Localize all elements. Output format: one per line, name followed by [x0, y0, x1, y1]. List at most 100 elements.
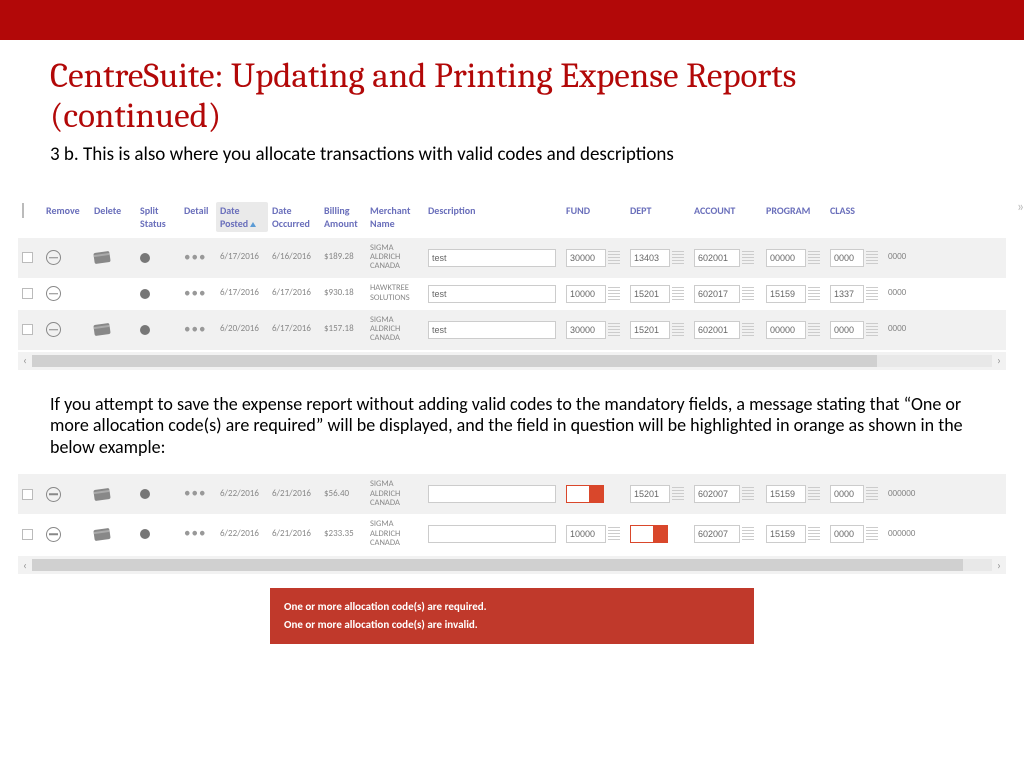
- code-input[interactable]: [766, 485, 806, 503]
- remove-icon[interactable]: [46, 286, 61, 301]
- lookup-icon[interactable]: [808, 487, 820, 501]
- row-checkbox[interactable]: [22, 288, 33, 299]
- code-input[interactable]: [694, 525, 740, 543]
- detail-icon[interactable]: •••: [184, 326, 206, 334]
- code-input[interactable]: [830, 285, 864, 303]
- code-input[interactable]: [566, 285, 606, 303]
- split-status-icon[interactable]: [140, 325, 150, 335]
- scroll-thumb[interactable]: [32, 559, 963, 571]
- code-input[interactable]: [566, 321, 606, 339]
- description-input[interactable]: [428, 285, 556, 303]
- code-input[interactable]: [630, 249, 670, 267]
- code-input[interactable]: [830, 321, 864, 339]
- lookup-icon[interactable]: [808, 287, 820, 301]
- card-icon[interactable]: [93, 323, 110, 336]
- remove-icon[interactable]: [46, 322, 61, 337]
- lookup-icon[interactable]: [742, 487, 754, 501]
- card-icon[interactable]: [93, 528, 110, 541]
- row-checkbox[interactable]: [22, 489, 33, 500]
- description-input[interactable]: [428, 249, 556, 267]
- header-program[interactable]: PROGRAM: [762, 202, 826, 219]
- code-input[interactable]: [766, 249, 806, 267]
- split-status-icon[interactable]: [140, 253, 150, 263]
- scroll-right-icon[interactable]: ›: [992, 354, 1006, 367]
- code-input[interactable]: [830, 249, 864, 267]
- lookup-icon[interactable]: [672, 487, 684, 501]
- scroll-right-icon[interactable]: ›: [992, 559, 1006, 572]
- scroll-left-icon[interactable]: ‹: [18, 354, 32, 367]
- code-input[interactable]: [630, 285, 670, 303]
- scroll-left-icon[interactable]: ‹: [18, 559, 32, 572]
- lookup-icon[interactable]: [608, 323, 620, 337]
- lookup-icon[interactable]: [866, 287, 878, 301]
- lookup-icon[interactable]: [742, 287, 754, 301]
- horizontal-scrollbar[interactable]: ‹ ›: [18, 352, 1006, 370]
- lookup-icon[interactable]: [672, 287, 684, 301]
- lookup-icon[interactable]: [608, 251, 620, 265]
- code-input[interactable]: [694, 485, 740, 503]
- header-class[interactable]: CLASS: [826, 202, 884, 219]
- header-account[interactable]: ACCOUNT: [690, 202, 762, 219]
- description-input[interactable]: [428, 485, 556, 503]
- header-description[interactable]: Description: [424, 202, 562, 219]
- code-input[interactable]: [830, 485, 864, 503]
- header-date-occurred[interactable]: Date Occurred: [268, 202, 320, 232]
- code-input[interactable]: [766, 321, 806, 339]
- table-row: ••• 6/17/2016 6/17/2016 $930.18 HAWKTREE…: [18, 278, 1006, 310]
- lookup-icon[interactable]: [808, 323, 820, 337]
- code-input[interactable]: [566, 249, 606, 267]
- header-merchant[interactable]: Merchant Name: [366, 202, 424, 232]
- split-status-icon[interactable]: [140, 489, 150, 499]
- lookup-icon[interactable]: [672, 251, 684, 265]
- code-input[interactable]: [766, 285, 806, 303]
- body-paragraph: If you attempt to save the expense repor…: [50, 394, 974, 459]
- remove-icon[interactable]: [46, 250, 61, 265]
- lookup-icon[interactable]: [608, 527, 620, 541]
- header-date-posted[interactable]: Date Posted: [216, 202, 268, 232]
- split-status-icon[interactable]: [140, 289, 150, 299]
- code-input-error[interactable]: [630, 525, 654, 543]
- detail-icon[interactable]: •••: [184, 254, 206, 262]
- detail-icon[interactable]: •••: [184, 530, 206, 538]
- remove-icon[interactable]: [46, 527, 61, 542]
- select-all-checkbox[interactable]: [22, 203, 24, 218]
- remove-icon[interactable]: [46, 487, 61, 502]
- code-input[interactable]: [630, 485, 670, 503]
- header-billing[interactable]: Billing Amount: [320, 202, 366, 232]
- detail-icon[interactable]: •••: [184, 290, 206, 298]
- code-input[interactable]: [694, 321, 740, 339]
- lookup-icon[interactable]: [742, 323, 754, 337]
- code-input-error[interactable]: [566, 485, 590, 503]
- lookup-icon[interactable]: [672, 323, 684, 337]
- code-input[interactable]: [566, 525, 606, 543]
- lookup-icon[interactable]: [866, 527, 878, 541]
- lookup-icon[interactable]: [866, 251, 878, 265]
- description-input[interactable]: [428, 321, 556, 339]
- overflow-cell: 0000: [884, 286, 920, 301]
- lookup-icon[interactable]: [742, 251, 754, 265]
- header-dept[interactable]: DEPT: [626, 202, 690, 219]
- card-icon[interactable]: [93, 251, 110, 264]
- row-checkbox[interactable]: [22, 324, 33, 335]
- lookup-icon[interactable]: [808, 251, 820, 265]
- lookup-icon[interactable]: [866, 487, 878, 501]
- card-icon[interactable]: [93, 488, 110, 501]
- code-input[interactable]: [694, 285, 740, 303]
- row-checkbox[interactable]: [22, 529, 33, 540]
- code-input[interactable]: [830, 525, 864, 543]
- lookup-icon[interactable]: [608, 287, 620, 301]
- detail-icon[interactable]: •••: [184, 490, 206, 498]
- scroll-thumb[interactable]: [32, 355, 877, 367]
- code-input[interactable]: [630, 321, 670, 339]
- code-input[interactable]: [694, 249, 740, 267]
- code-input[interactable]: [766, 525, 806, 543]
- row-checkbox[interactable]: [22, 252, 33, 263]
- split-status-icon[interactable]: [140, 529, 150, 539]
- header-fund[interactable]: FUND: [562, 202, 626, 219]
- horizontal-scrollbar-2[interactable]: ‹ ›: [18, 556, 1006, 574]
- lookup-icon[interactable]: [808, 527, 820, 541]
- description-input[interactable]: [428, 525, 556, 543]
- lookup-icon[interactable]: [742, 527, 754, 541]
- lookup-icon[interactable]: [866, 323, 878, 337]
- scroll-right-chevrons-icon[interactable]: »: [1017, 198, 1020, 215]
